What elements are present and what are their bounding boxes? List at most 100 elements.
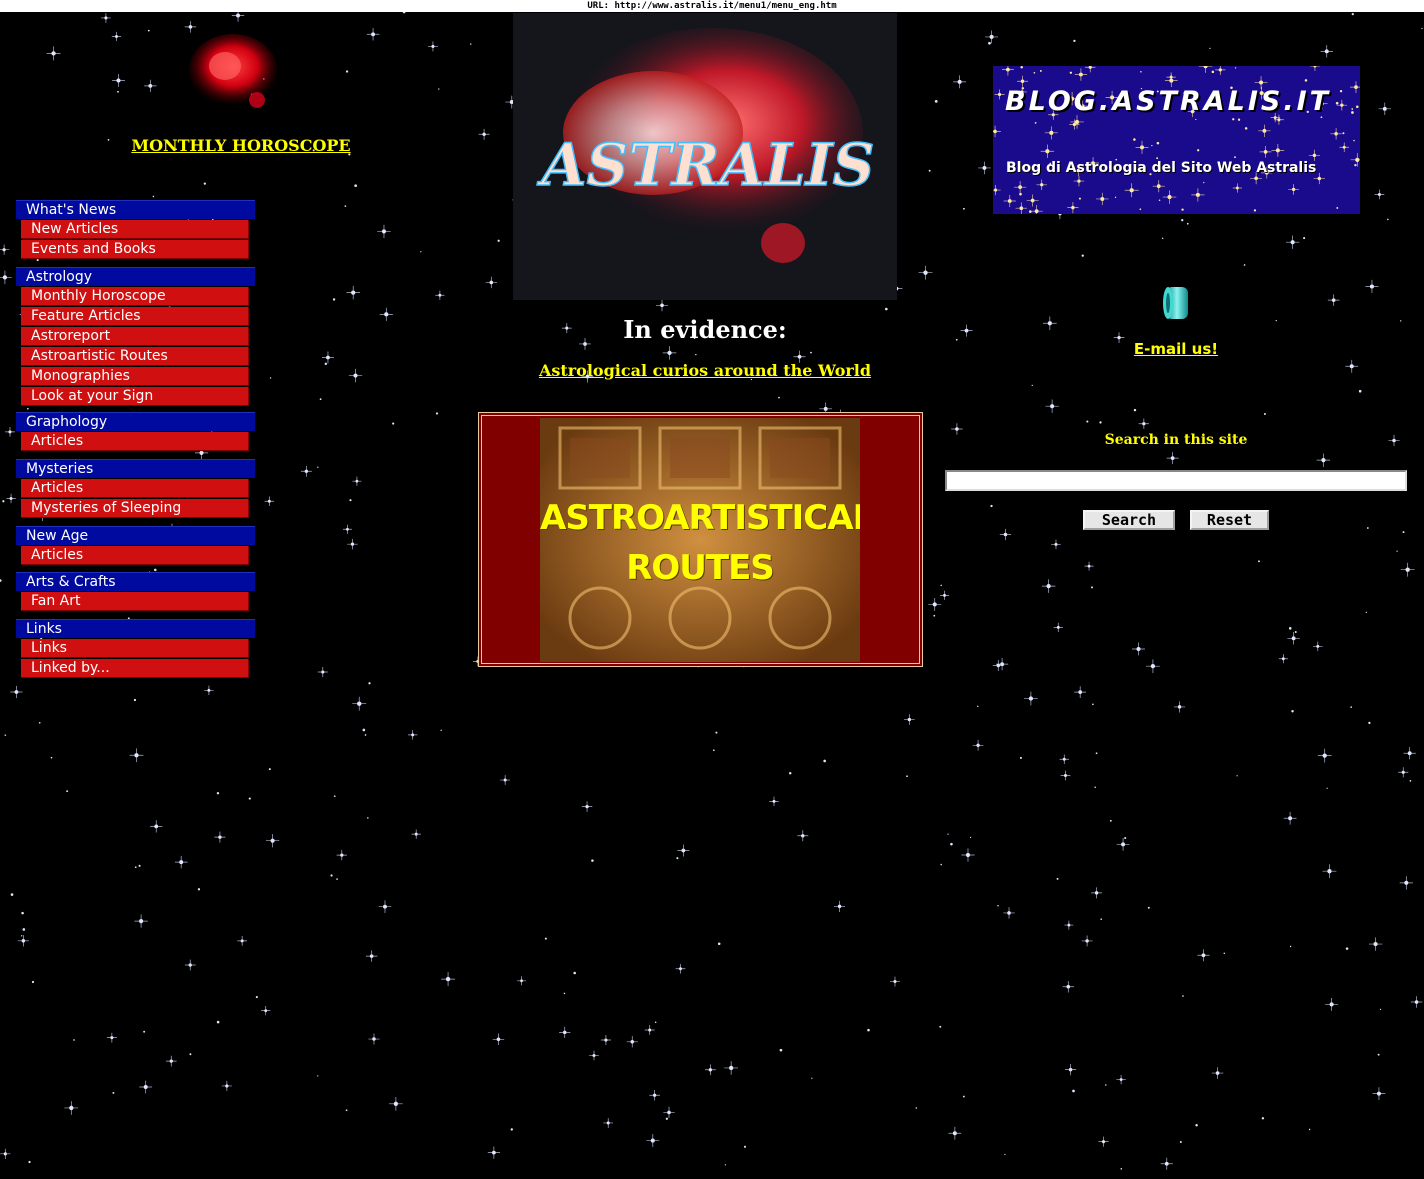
menu-item[interactable]: Articles [21, 432, 249, 451]
astrological-curios-link[interactable]: Astrological curios around the World [480, 361, 930, 380]
email-us-link[interactable]: E-mail us! [1100, 340, 1252, 358]
astralis-logo[interactable]: ASTRALIS [513, 13, 897, 300]
star [73, 1039, 75, 1041]
star [106, 1032, 117, 1043]
menu-item[interactable]: Mysteries of Sleeping [21, 499, 249, 518]
star [717, 942, 721, 946]
star [31, 980, 35, 984]
star [1399, 876, 1413, 890]
star [743, 1145, 747, 1148]
star [1160, 1157, 1173, 1170]
star [300, 465, 312, 477]
star [1019, 192, 1022, 196]
star [1365, 279, 1379, 294]
star [1064, 1064, 1077, 1076]
star [1074, 686, 1087, 698]
menu-item[interactable]: Events and Books [21, 240, 249, 259]
star [317, 1075, 319, 1077]
menu-item[interactable]: Linked by... [21, 659, 249, 678]
menu-item[interactable]: New Articles [21, 220, 249, 239]
star [0, 244, 10, 255]
star [889, 976, 900, 987]
star [951, 423, 963, 435]
menu-item[interactable]: Fan Art [21, 592, 249, 611]
star [319, 398, 322, 401]
search-input[interactable] [945, 470, 1407, 491]
search-button[interactable]: Search [1083, 510, 1175, 530]
banner-text-line1: ASTROARTISTICAL [540, 498, 860, 538]
star [111, 31, 122, 42]
star [977, 705, 979, 708]
monthly-horoscope-link[interactable]: MONTHLY HOROSCOPE [131, 136, 351, 155]
star [1181, 208, 1184, 211]
menu-item[interactable]: Links [21, 639, 249, 658]
star [184, 959, 196, 971]
star [1099, 421, 1102, 424]
star [928, 598, 942, 611]
star [1100, 918, 1103, 920]
star [333, 795, 336, 798]
star [189, 1053, 192, 1056]
star [402, 12, 406, 14]
star [646, 1134, 660, 1148]
star [365, 950, 378, 962]
star [1313, 641, 1323, 652]
star [261, 1006, 271, 1016]
star [1316, 453, 1331, 467]
menu-item[interactable]: Monthly Horoscope [21, 287, 249, 306]
star [1004, 1153, 1006, 1156]
star [1336, 207, 1339, 209]
star [581, 801, 593, 812]
star [1014, 181, 1027, 194]
star [377, 224, 391, 239]
astroartistical-routes-banner[interactable]: ASTROARTISTICAL ROUTES [540, 418, 860, 662]
star [342, 524, 352, 534]
menu-item[interactable]: Monographies [21, 367, 249, 386]
star [1033, 71, 1036, 74]
menu-item[interactable]: Look at your Sign [21, 387, 249, 406]
star [1091, 887, 1103, 899]
star [1197, 949, 1210, 962]
menu-item[interactable]: Feature Articles [21, 307, 249, 326]
star [1034, 121, 1037, 124]
star [1387, 218, 1389, 221]
menu-item[interactable]: Astroartistic Routes [21, 347, 249, 366]
menu-item[interactable]: Astroreport [21, 327, 249, 346]
star [1325, 997, 1339, 1011]
star [1304, 79, 1308, 82]
star [1073, 39, 1076, 43]
star [1409, 780, 1412, 782]
star [1181, 219, 1184, 222]
star [1410, 996, 1423, 1008]
star [197, 888, 201, 891]
star [1067, 202, 1079, 214]
star [1198, 66, 1213, 73]
star [1003, 907, 1015, 919]
star [1351, 111, 1354, 114]
star [354, 184, 358, 188]
in-evidence-heading: In evidence: [623, 315, 787, 344]
star [438, 88, 440, 90]
star [1092, 703, 1094, 706]
star [1396, 550, 1398, 552]
blog-astralis-banner[interactable]: BLOG.ASTRALIS.IT Blog di Astrologia del … [993, 66, 1360, 214]
star [1158, 199, 1161, 201]
star [1317, 748, 1332, 763]
email-icon[interactable] [1160, 283, 1192, 323]
star [1073, 175, 1085, 187]
menu-item[interactable]: Articles [21, 546, 249, 565]
star [662, 346, 677, 360]
menu-item[interactable]: Articles [21, 479, 249, 498]
star [216, 1020, 220, 1024]
star [1029, 210, 1032, 213]
star [589, 1050, 599, 1061]
reset-button[interactable]: Reset [1190, 510, 1269, 530]
star [1186, 222, 1189, 225]
star [1291, 710, 1294, 713]
star [1056, 877, 1059, 880]
star [940, 584, 942, 587]
star [940, 863, 942, 866]
star [1372, 1087, 1386, 1100]
star [1342, 132, 1345, 135]
menu-header: Links [16, 619, 255, 638]
